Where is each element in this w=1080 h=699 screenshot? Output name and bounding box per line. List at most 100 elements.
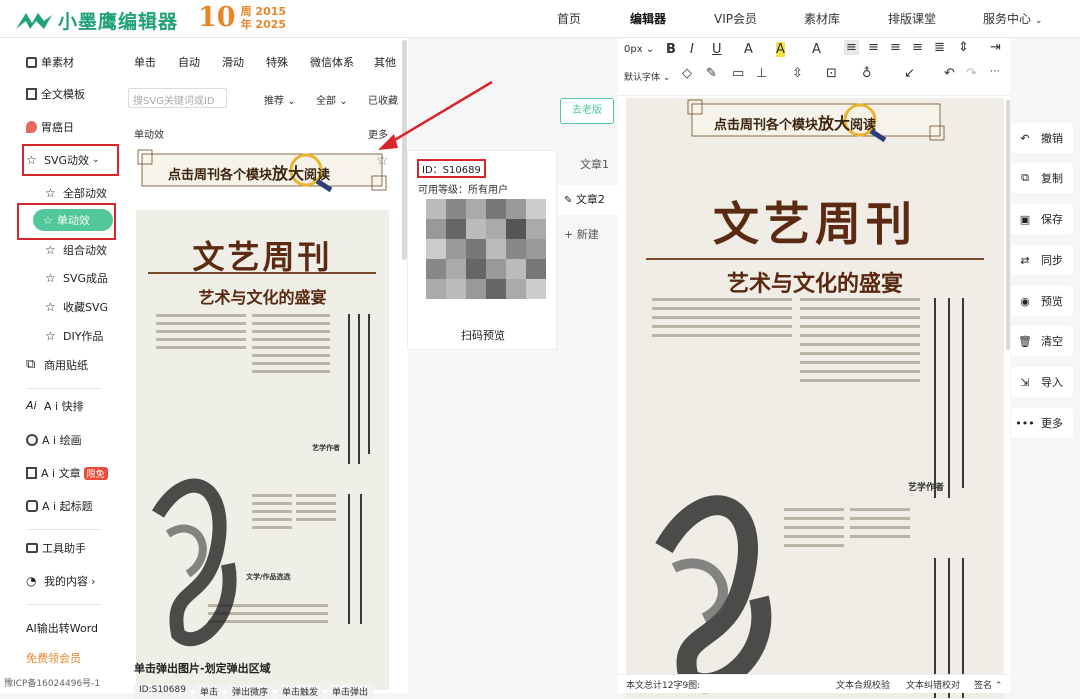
icp-record[interactable]: 豫ICP备16024496号-1 bbox=[4, 676, 100, 689]
action-label: 预览 bbox=[1041, 295, 1063, 308]
new-article-button[interactable]: + 新建 bbox=[558, 220, 618, 250]
spacing-icon[interactable]: ⇳ bbox=[792, 66, 803, 81]
sidebar-item-single-material[interactable]: 单素材 bbox=[26, 54, 74, 70]
line-height-icon[interactable]: ⇕ bbox=[958, 40, 969, 55]
tag-chip[interactable]: 单击触发 bbox=[277, 684, 324, 699]
align-justify-icon[interactable]: ≡ bbox=[912, 40, 923, 55]
underline-icon[interactable]: U bbox=[712, 42, 722, 57]
tag-chip[interactable]: 单击 bbox=[194, 684, 223, 699]
font-size-select[interactable]: 0px ⌄ bbox=[624, 44, 654, 55]
sidebar-item-free-vip[interactable]: 免费领会员 bbox=[26, 650, 81, 666]
sidebar-item-stomach-day[interactable]: 胃癌日 bbox=[26, 119, 74, 135]
tab-other[interactable]: 其他 bbox=[374, 54, 396, 70]
nav-vip[interactable]: VIP会员 bbox=[714, 0, 757, 38]
filter-recommend[interactable]: 推荐 ⌄ bbox=[264, 92, 296, 107]
svg-search-input[interactable]: 搜SVG关键词或ID bbox=[128, 88, 227, 108]
tag-chip[interactable]: 弹出微序 bbox=[226, 684, 273, 699]
exit-icon[interactable]: ⇥ bbox=[990, 40, 1001, 55]
signature-link[interactable]: 签名 ⌃ bbox=[974, 678, 1002, 691]
editor-scrollbar[interactable] bbox=[1006, 100, 1010, 350]
undo-icon[interactable]: ↶ bbox=[944, 66, 955, 81]
nav-course[interactable]: 排版课堂 bbox=[888, 0, 936, 38]
tab-auto[interactable]: 自动 bbox=[178, 54, 200, 70]
article-tab-2[interactable]: ✎ 文章2 bbox=[558, 185, 618, 215]
font-color-icon[interactable]: A bbox=[744, 42, 753, 57]
align-right-icon[interactable]: ≡ bbox=[890, 40, 901, 55]
sidebar-item-ai-layout[interactable]: Ai A i 快排 bbox=[26, 398, 84, 414]
old-version-button[interactable]: 去老版 bbox=[560, 98, 614, 124]
align-left-icon[interactable]: ≡ bbox=[844, 40, 859, 55]
sidebar-item-ai-draw[interactable]: A i 绘画 bbox=[26, 432, 82, 448]
brand-logo[interactable]: 小墨鹰编辑器 bbox=[14, 7, 178, 34]
article-canvas[interactable]: 点击周刊各个模块放大阅读 文艺周刊 艺术与文化的盛宴 艺学作者 文学/作品选选 bbox=[626, 98, 1004, 698]
tab-click[interactable]: 单击 bbox=[134, 54, 156, 70]
sidebar-item-ai-headline[interactable]: A i 起标题 bbox=[26, 498, 93, 514]
sidebar-item-tools[interactable]: 工具助手 bbox=[26, 540, 86, 556]
sidebar-label: 工具助手 bbox=[42, 542, 86, 555]
sync-button[interactable]: ⇄ 同步 bbox=[1011, 245, 1073, 275]
sidebar-item-ai-word[interactable]: AI输出转Word bbox=[26, 620, 98, 636]
qr-preview-popup: ID：S10689 可用等级：所有用户 扫码预览 bbox=[407, 150, 557, 350]
highlight-icon[interactable]: A bbox=[776, 42, 785, 57]
sidebar-sub-all-effects[interactable]: ☆ 全部动效 bbox=[45, 185, 107, 201]
filter-all[interactable]: 全部 ⌄ bbox=[316, 92, 348, 107]
canvas-rule bbox=[646, 258, 984, 260]
sidebar-item-full-template[interactable]: 全文模板 bbox=[26, 86, 85, 102]
action-label: 同步 bbox=[1041, 254, 1063, 267]
eagle-logo-icon bbox=[16, 12, 52, 29]
article-tab-1[interactable]: 文章1 bbox=[558, 150, 618, 180]
compliance-check-link[interactable]: 文本合规校验 bbox=[836, 678, 890, 691]
anniv-ten: 10 bbox=[198, 2, 236, 33]
save-button[interactable]: ▣ 保存 bbox=[1011, 204, 1073, 234]
import-button[interactable]: ⇲ 导入 bbox=[1011, 367, 1073, 397]
redo-icon[interactable]: ↷ bbox=[966, 66, 977, 81]
card-caption: 单击弹出图片-划定弹出区域 bbox=[134, 662, 271, 675]
rule bbox=[148, 272, 376, 274]
top-bar: 小墨鹰编辑器 10 周 2015 年 2025 首页 编辑器 VIP会员 素材库… bbox=[0, 0, 1080, 38]
italic-icon[interactable]: I bbox=[690, 42, 694, 57]
action-label: 保存 bbox=[1041, 213, 1063, 226]
sidebar-sub-fav-svg[interactable]: ☆ 收藏SVG bbox=[45, 299, 108, 315]
sidebar-label: A i 文章 bbox=[41, 467, 81, 480]
more-button[interactable]: ••• 更多 bbox=[1011, 408, 1073, 438]
save-icon: ▣ bbox=[1019, 212, 1031, 226]
indent-icon[interactable]: ≣ bbox=[934, 40, 945, 55]
arrow-icon[interactable]: ↙ bbox=[904, 66, 915, 81]
tab-slide[interactable]: 滑动 bbox=[222, 54, 244, 70]
brush-icon[interactable]: ✎ bbox=[706, 66, 717, 81]
sidebar-item-stickers[interactable]: ⧉ 商用贴纸 bbox=[26, 357, 88, 373]
sidebar-item-ai-article[interactable]: A i 文章 限免 bbox=[26, 465, 108, 481]
copy-button[interactable]: ⧉ 复制 bbox=[1011, 163, 1073, 193]
proofread-link[interactable]: 文本纠错校对 bbox=[906, 678, 960, 691]
nav-editor[interactable]: 编辑器 bbox=[630, 0, 666, 38]
tag-chip[interactable]: ID:S10689 bbox=[134, 684, 191, 699]
sidebar-sub-combo-effect[interactable]: ☆ 组合动效 bbox=[45, 242, 107, 258]
sidebar-sub-svg-finished[interactable]: ☆ SVG成品 bbox=[45, 270, 108, 286]
tab-wechat[interactable]: 微信体系 bbox=[310, 54, 354, 70]
tag-chip[interactable]: 单击弹出 bbox=[327, 684, 374, 699]
import-icon: ⇲ bbox=[1020, 375, 1030, 389]
bold-icon[interactable]: B bbox=[666, 42, 676, 57]
clear-button[interactable]: 🗑 清空 bbox=[1011, 326, 1073, 356]
more-tools-icon[interactable]: ⋯ bbox=[990, 66, 1000, 77]
align-center-icon[interactable]: ≡ bbox=[868, 40, 879, 55]
eraser-icon[interactable]: ◇ bbox=[682, 66, 692, 81]
newspaper-body-art bbox=[152, 314, 370, 647]
undo-button[interactable]: ↶ 撤销 bbox=[1011, 123, 1073, 153]
newspaper-thumbnail[interactable]: 文艺周刊 艺术与文化的盛宴 艺学作者 文学/作品选选 bbox=[136, 210, 389, 690]
border-icon[interactable]: ⊡ bbox=[826, 66, 837, 81]
font-family-select[interactable]: 默认字体 ⌄ bbox=[624, 70, 670, 83]
tab-special[interactable]: 特殊 bbox=[266, 54, 288, 70]
editor-area: 0px ⌄ B I U A A A ≡ ≡ ≡ ≡ ≣ ⇕ ⇥ 默认字体 ⌄ ◇… bbox=[618, 38, 1010, 698]
image-icon[interactable]: ▭ bbox=[732, 66, 744, 81]
bulb-icon[interactable]: ♁ bbox=[862, 66, 872, 81]
sidebar-sub-diy[interactable]: ☆ DIY作品 bbox=[45, 328, 103, 344]
nav-home[interactable]: 首页 bbox=[557, 0, 581, 38]
palette-icon bbox=[26, 434, 38, 446]
nav-materials[interactable]: 素材库 bbox=[804, 0, 840, 38]
nav-service[interactable]: 服务中心 ⌄ bbox=[983, 0, 1042, 38]
preview-button[interactable]: ◉ 预览 bbox=[1011, 286, 1073, 316]
sidebar-item-my-content[interactable]: ◔ 我的内容 › bbox=[26, 573, 95, 589]
clear-format-icon[interactable]: A bbox=[812, 42, 821, 57]
divider-icon[interactable]: ⊥ bbox=[756, 66, 767, 81]
